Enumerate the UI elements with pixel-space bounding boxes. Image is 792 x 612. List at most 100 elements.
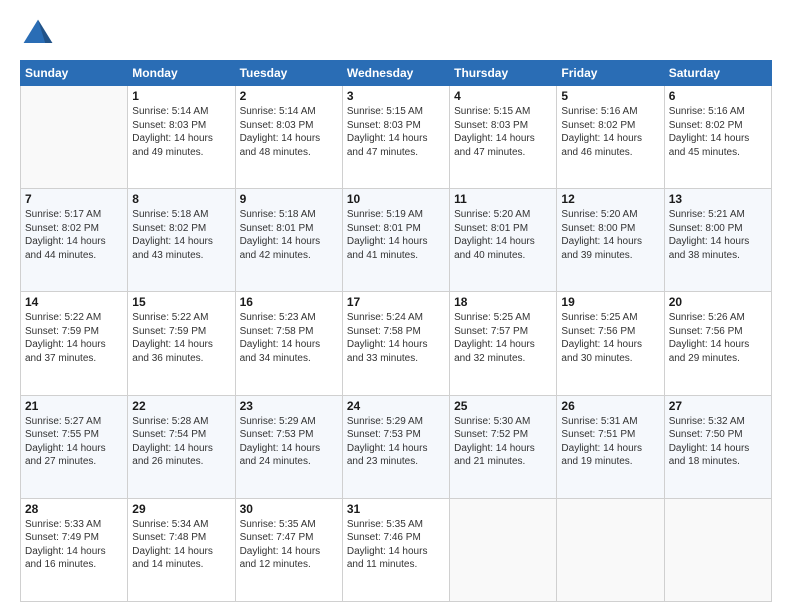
day-info: Sunrise: 5:15 AM Sunset: 8:03 PM Dayligh… [347, 105, 445, 159]
day-number: 18 [454, 295, 552, 309]
calendar-cell: 7Sunrise: 5:17 AM Sunset: 8:02 PM Daylig… [21, 189, 128, 292]
logo-icon [20, 16, 56, 52]
calendar-cell: 19 Sunrise: 5:25 AM Sunset: 7:56 PM Dayli… [557, 292, 664, 395]
day-number: 22 [132, 399, 230, 413]
day-number: 20 [669, 295, 767, 309]
calendar-cell: 16 Sunrise: 5:23 AM Sunset: 7:58 PM Dayli… [235, 292, 342, 395]
col-header-friday: Friday [557, 61, 664, 86]
day-number: 5 [561, 89, 659, 103]
day-info: Sunrise: 5:18 AM Sunset: 8:01 PM Dayligh… [240, 208, 338, 262]
day-number: 15 [132, 295, 230, 309]
day-number: 14 [25, 295, 123, 309]
day-number: 12 [561, 192, 659, 206]
calendar-cell: 26 Sunrise: 5:31 AM Sunset: 7:51 PM Dayli… [557, 395, 664, 498]
calendar-cell: 15 Sunrise: 5:22 AM Sunset: 7:59 PM Dayli… [128, 292, 235, 395]
col-header-monday: Monday [128, 61, 235, 86]
day-info: Sunrise: 5:31 AM Sunset: 7:51 PM Dayligh… [561, 415, 659, 469]
day-info: Sunrise: 5:16 AM Sunset: 8:02 PM Dayligh… [669, 105, 767, 159]
day-info: Sunrise: 5:22 AM Sunset: 7:59 PM Dayligh… [25, 311, 123, 365]
day-info: Sunrise: 5:24 AM Sunset: 7:58 PM Dayligh… [347, 311, 445, 365]
day-info: Sunrise: 5:15 AM Sunset: 8:03 PM Dayligh… [454, 105, 552, 159]
day-number: 25 [454, 399, 552, 413]
day-number: 23 [240, 399, 338, 413]
day-number: 11 [454, 192, 552, 206]
calendar-cell: 23 Sunrise: 5:29 AM Sunset: 7:53 PM Dayli… [235, 395, 342, 498]
day-info: Sunrise: 5:25 AM Sunset: 7:57 PM Dayligh… [454, 311, 552, 365]
day-number: 21 [25, 399, 123, 413]
day-info: Sunrise: 5:35 AM Sunset: 7:46 PM Dayligh… [347, 518, 445, 572]
day-number: 29 [132, 502, 230, 516]
calendar-cell: 2 Sunrise: 5:14 AM Sunset: 8:03 PM Daylig… [235, 86, 342, 189]
day-info: Sunrise: 5:28 AM Sunset: 7:54 PM Dayligh… [132, 415, 230, 469]
day-info: Sunrise: 5:23 AM Sunset: 7:58 PM Dayligh… [240, 311, 338, 365]
day-info: Sunrise: 5:20 AM Sunset: 8:01 PM Dayligh… [454, 208, 552, 262]
day-info: Sunrise: 5:22 AM Sunset: 7:59 PM Dayligh… [132, 311, 230, 365]
calendar-cell: 3 Sunrise: 5:15 AM Sunset: 8:03 PM Daylig… [342, 86, 449, 189]
week-row-1: 7Sunrise: 5:17 AM Sunset: 8:02 PM Daylig… [21, 189, 772, 292]
week-row-2: 14 Sunrise: 5:22 AM Sunset: 7:59 PM Dayli… [21, 292, 772, 395]
calendar-cell: 13 Sunrise: 5:21 AM Sunset: 8:00 PM Dayli… [664, 189, 771, 292]
day-info: Sunrise: 5:35 AM Sunset: 7:47 PM Dayligh… [240, 518, 338, 572]
calendar-cell [21, 86, 128, 189]
day-number: 19 [561, 295, 659, 309]
calendar-cell: 4 Sunrise: 5:15 AM Sunset: 8:03 PM Daylig… [450, 86, 557, 189]
calendar-cell [664, 498, 771, 601]
page: SundayMondayTuesdayWednesdayThursdayFrid… [0, 0, 792, 612]
day-info: Sunrise: 5:29 AM Sunset: 7:53 PM Dayligh… [347, 415, 445, 469]
day-info: Sunrise: 5:26 AM Sunset: 7:56 PM Dayligh… [669, 311, 767, 365]
day-number: 4 [454, 89, 552, 103]
week-row-3: 21Sunrise: 5:27 AM Sunset: 7:55 PM Dayli… [21, 395, 772, 498]
calendar-cell: 5Sunrise: 5:16 AM Sunset: 8:02 PM Daylig… [557, 86, 664, 189]
day-number: 8 [132, 192, 230, 206]
calendar-cell [557, 498, 664, 601]
calendar-cell: 22 Sunrise: 5:28 AM Sunset: 7:54 PM Dayli… [128, 395, 235, 498]
day-number: 28 [25, 502, 123, 516]
day-info: Sunrise: 5:14 AM Sunset: 8:03 PM Dayligh… [240, 105, 338, 159]
col-header-sunday: Sunday [21, 61, 128, 86]
day-number: 3 [347, 89, 445, 103]
day-info: Sunrise: 5:21 AM Sunset: 8:00 PM Dayligh… [669, 208, 767, 262]
calendar-cell: 11 Sunrise: 5:20 AM Sunset: 8:01 PM Dayli… [450, 189, 557, 292]
header [20, 16, 772, 52]
day-number: 6 [669, 89, 767, 103]
calendar-cell: 24 Sunrise: 5:29 AM Sunset: 7:53 PM Dayli… [342, 395, 449, 498]
col-header-saturday: Saturday [664, 61, 771, 86]
calendar-cell: 27Sunrise: 5:32 AM Sunset: 7:50 PM Dayli… [664, 395, 771, 498]
day-number: 31 [347, 502, 445, 516]
day-info: Sunrise: 5:19 AM Sunset: 8:01 PM Dayligh… [347, 208, 445, 262]
calendar-cell: 29 Sunrise: 5:34 AM Sunset: 7:48 PM Dayli… [128, 498, 235, 601]
day-info: Sunrise: 5:14 AM Sunset: 8:03 PM Dayligh… [132, 105, 230, 159]
calendar-cell: 6 Sunrise: 5:16 AM Sunset: 8:02 PM Daylig… [664, 86, 771, 189]
day-number: 24 [347, 399, 445, 413]
day-number: 26 [561, 399, 659, 413]
day-number: 16 [240, 295, 338, 309]
calendar-cell: 1 Sunrise: 5:14 AM Sunset: 8:03 PM Daylig… [128, 86, 235, 189]
col-header-thursday: Thursday [450, 61, 557, 86]
calendar-cell: 28 Sunrise: 5:33 AM Sunset: 7:49 PM Dayli… [21, 498, 128, 601]
day-info: Sunrise: 5:25 AM Sunset: 7:56 PM Dayligh… [561, 311, 659, 365]
calendar-cell: 8 Sunrise: 5:18 AM Sunset: 8:02 PM Daylig… [128, 189, 235, 292]
day-info: Sunrise: 5:32 AM Sunset: 7:50 PM Dayligh… [669, 415, 767, 469]
calendar-cell: 31 Sunrise: 5:35 AM Sunset: 7:46 PM Dayli… [342, 498, 449, 601]
day-info: Sunrise: 5:20 AM Sunset: 8:00 PM Dayligh… [561, 208, 659, 262]
day-number: 13 [669, 192, 767, 206]
day-number: 17 [347, 295, 445, 309]
calendar-cell: 30Sunrise: 5:35 AM Sunset: 7:47 PM Dayli… [235, 498, 342, 601]
calendar-cell: 9Sunrise: 5:18 AM Sunset: 8:01 PM Daylig… [235, 189, 342, 292]
day-info: Sunrise: 5:17 AM Sunset: 8:02 PM Dayligh… [25, 208, 123, 262]
day-info: Sunrise: 5:34 AM Sunset: 7:48 PM Dayligh… [132, 518, 230, 572]
day-info: Sunrise: 5:30 AM Sunset: 7:52 PM Dayligh… [454, 415, 552, 469]
calendar-cell: 17 Sunrise: 5:24 AM Sunset: 7:58 PM Dayli… [342, 292, 449, 395]
day-info: Sunrise: 5:29 AM Sunset: 7:53 PM Dayligh… [240, 415, 338, 469]
week-row-0: 1 Sunrise: 5:14 AM Sunset: 8:03 PM Daylig… [21, 86, 772, 189]
logo [20, 16, 60, 52]
day-info: Sunrise: 5:33 AM Sunset: 7:49 PM Dayligh… [25, 518, 123, 572]
day-info: Sunrise: 5:18 AM Sunset: 8:02 PM Dayligh… [132, 208, 230, 262]
day-number: 10 [347, 192, 445, 206]
calendar-cell: 21Sunrise: 5:27 AM Sunset: 7:55 PM Dayli… [21, 395, 128, 498]
day-number: 2 [240, 89, 338, 103]
week-row-4: 28 Sunrise: 5:33 AM Sunset: 7:49 PM Dayli… [21, 498, 772, 601]
day-number: 1 [132, 89, 230, 103]
calendar-cell: 20 Sunrise: 5:26 AM Sunset: 7:56 PM Dayli… [664, 292, 771, 395]
calendar-cell: 18 Sunrise: 5:25 AM Sunset: 7:57 PM Dayli… [450, 292, 557, 395]
